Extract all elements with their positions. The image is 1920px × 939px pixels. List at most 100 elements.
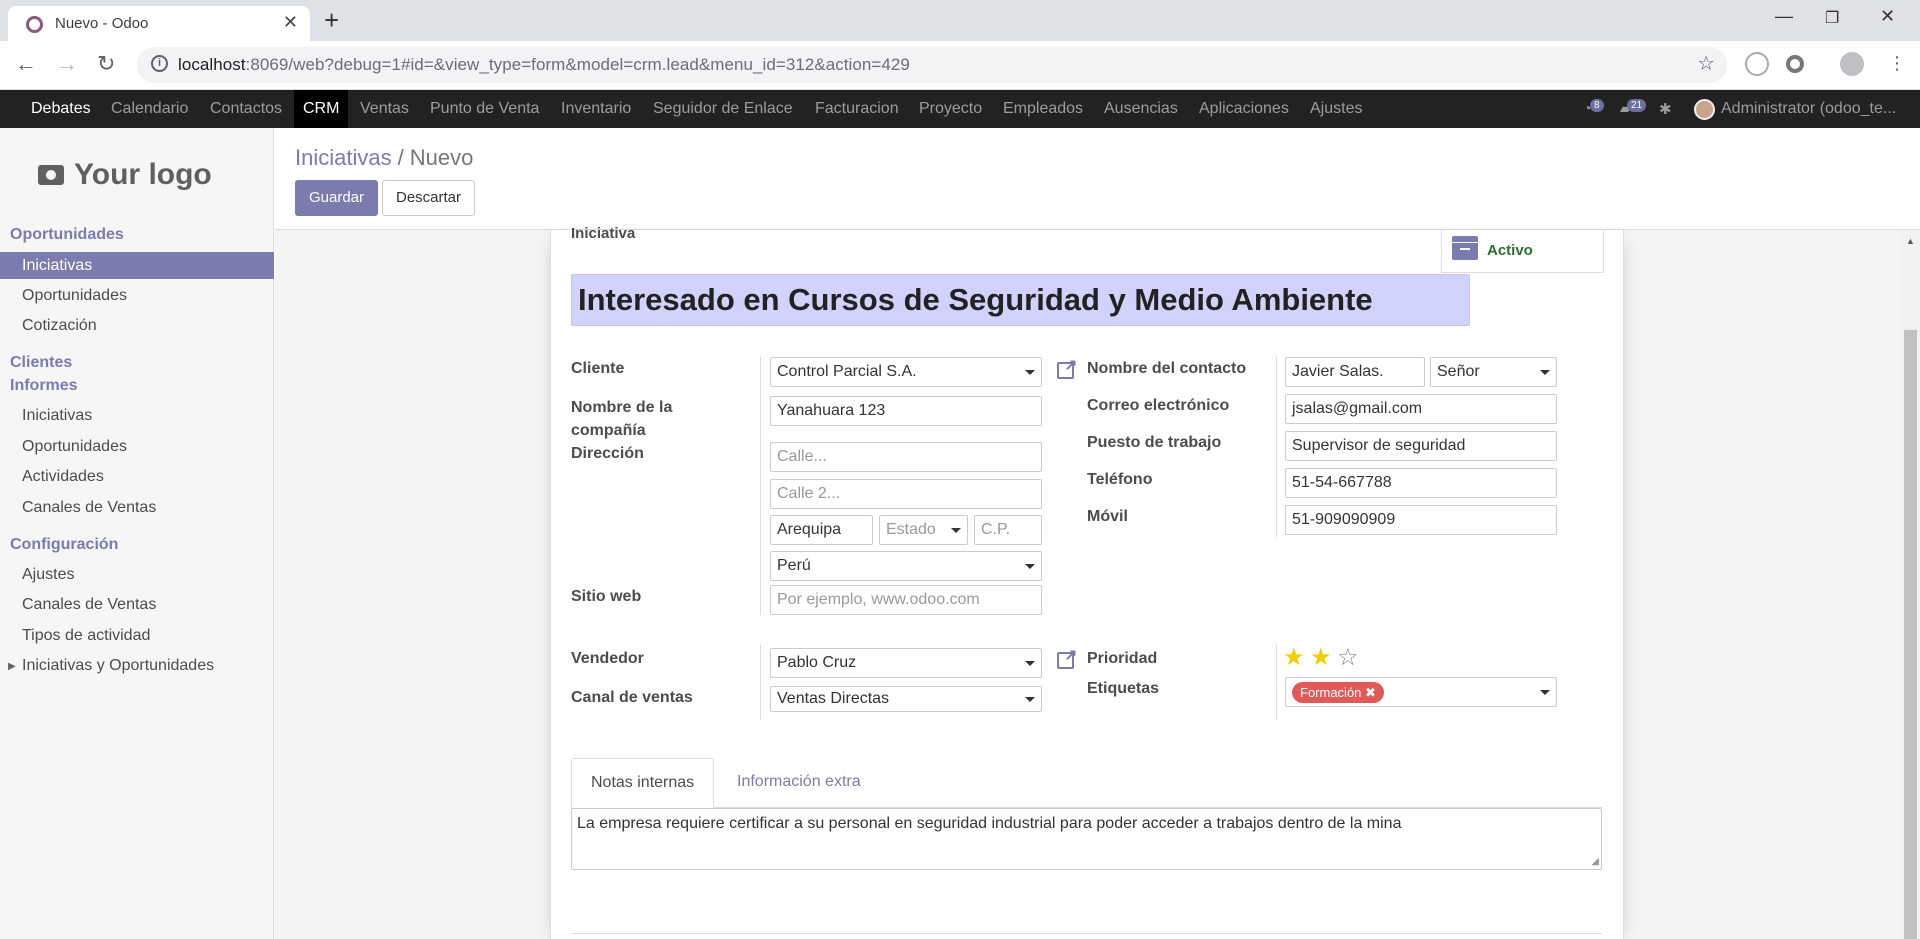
menu-inventario[interactable]: Inventario bbox=[561, 90, 631, 128]
priority-star-icon[interactable]: ★ bbox=[1283, 646, 1305, 670]
sales-channel-select[interactable]: Ventas Directas bbox=[770, 686, 1042, 712]
menu-ajustes[interactable]: Ajustes bbox=[1310, 90, 1362, 128]
contact-name-input[interactable]: Javier Salas. bbox=[1285, 357, 1425, 387]
extension-2-icon[interactable] bbox=[1786, 55, 1804, 73]
chevron-down-icon bbox=[1540, 370, 1550, 375]
zip-input[interactable]: C.P. bbox=[974, 515, 1042, 545]
lead-title-input[interactable]: Interesado en Cursos de Seguridad y Medi… bbox=[571, 274, 1470, 326]
browser-menu-icon[interactable]: ⋮ bbox=[1888, 53, 1906, 74]
chevron-down-icon bbox=[1025, 661, 1035, 666]
job-position-input[interactable]: Supervisor de seguridad bbox=[1285, 431, 1557, 461]
browser-tab[interactable]: Nuevo - Odoo ✕ bbox=[8, 6, 310, 41]
scrollbar[interactable]: ▲ bbox=[1901, 230, 1920, 939]
sidebar-item-actividades[interactable]: Actividades bbox=[22, 468, 104, 486]
menu-proyecto[interactable]: Proyecto bbox=[919, 90, 982, 128]
label-mobile: Móvil bbox=[1087, 508, 1128, 525]
profile-icon[interactable] bbox=[1840, 52, 1864, 76]
sidebar-section-informes[interactable]: Informes bbox=[10, 377, 78, 395]
sidebar-item-informes-oportunidades[interactable]: Oportunidades bbox=[22, 438, 127, 456]
notebook-tabs: Notas internas Información extra bbox=[571, 758, 1602, 808]
menu-debates[interactable]: Debates bbox=[31, 90, 91, 128]
menu-aplicaciones[interactable]: Aplicaciones bbox=[1199, 90, 1289, 128]
email-input[interactable]: jsalas@gmail.com bbox=[1285, 394, 1557, 424]
website-input[interactable]: Por ejemplo, www.odoo.com bbox=[770, 585, 1042, 615]
tab-informacion-extra[interactable]: Información extra bbox=[718, 758, 880, 808]
state-select[interactable]: Estado bbox=[879, 515, 968, 545]
contact-title-select[interactable]: Señor bbox=[1430, 357, 1557, 387]
sidebar-section-configuracion[interactable]: Configuración bbox=[10, 536, 118, 554]
save-button[interactable]: Guardar bbox=[295, 180, 378, 216]
sidebar-item-canales-de-ventas[interactable]: Canales de Ventas bbox=[22, 499, 156, 517]
extension-icon[interactable] bbox=[1745, 52, 1769, 76]
url-text: localhost:8069/web?debug=1#id=&view_type… bbox=[178, 55, 910, 74]
priority-star-icon[interactable]: ★ bbox=[1310, 646, 1332, 670]
user-avatar[interactable] bbox=[1694, 99, 1715, 120]
restore-icon[interactable]: ❐ bbox=[1825, 8, 1839, 28]
breadcrumb-iniciativas[interactable]: Iniciativas bbox=[295, 145, 392, 170]
close-window-icon[interactable]: ✕ bbox=[1880, 6, 1895, 27]
tag-badge[interactable]: Formación ✖ bbox=[1292, 682, 1384, 703]
sidebar-item-config-canales-de-ventas[interactable]: Canales de Ventas bbox=[22, 596, 156, 614]
sidebar-section-oportunidades[interactable]: Oportunidades bbox=[10, 226, 124, 244]
city-input[interactable]: Arequipa bbox=[770, 515, 873, 545]
chevron-down-icon bbox=[1025, 697, 1035, 702]
sidebar-item-ajustes[interactable]: Ajustes bbox=[22, 566, 74, 584]
mobile-input[interactable]: 51-909090909 bbox=[1285, 505, 1557, 535]
tab-notas-internas[interactable]: Notas internas bbox=[571, 758, 715, 808]
menu-punto-de-venta[interactable]: Punto de Venta bbox=[430, 90, 539, 128]
phone-input[interactable]: 51-54-667788 bbox=[1285, 468, 1557, 498]
minimize-icon[interactable]: — bbox=[1775, 6, 1793, 27]
forward-icon[interactable]: → bbox=[56, 51, 78, 77]
discard-button[interactable]: Descartar bbox=[382, 180, 475, 216]
priority-star-icon[interactable]: ☆ bbox=[1337, 646, 1359, 670]
menu-empleados[interactable]: Empleados bbox=[1003, 90, 1083, 128]
sidebar-item-iniciativas-y-oportunidades[interactable]: Iniciativas y Oportunidades bbox=[22, 657, 214, 675]
sidebar-item-oportunidades[interactable]: Oportunidades bbox=[22, 287, 127, 305]
salesperson-select[interactable]: Pablo Cruz bbox=[770, 648, 1042, 678]
debug-bug-icon[interactable]: ✱ bbox=[1659, 100, 1672, 118]
company-name-input[interactable]: Yanahuara 123 bbox=[770, 396, 1042, 426]
internal-notes-textarea[interactable]: La empresa requiere certificar a su pers… bbox=[571, 808, 1602, 870]
right-column-divider-2 bbox=[1276, 645, 1277, 720]
street2-input[interactable]: Calle 2... bbox=[770, 479, 1042, 509]
chevron-down-icon bbox=[1025, 370, 1035, 375]
user-menu[interactable]: Administrator (odoo_te... bbox=[1721, 90, 1896, 128]
chevron-down-icon bbox=[951, 528, 961, 533]
label-job: Puesto de trabajo bbox=[1087, 434, 1222, 451]
menu-seguidor-de-enlace[interactable]: Seguidor de Enlace bbox=[653, 90, 793, 128]
close-tab-icon[interactable]: ✕ bbox=[283, 12, 298, 33]
resize-handle-icon[interactable]: ◢ bbox=[1591, 856, 1599, 867]
sidebar-item-iniciativas[interactable]: Iniciativas bbox=[0, 252, 274, 279]
sidebar-item-informes-iniciativas[interactable]: Iniciativas bbox=[22, 407, 92, 425]
active-toggle-button[interactable]: Activo bbox=[1441, 230, 1604, 273]
activities-count-badge: 8 bbox=[1590, 99, 1604, 112]
street-input[interactable]: Calle... bbox=[770, 442, 1042, 472]
label-phone: Teléfono bbox=[1087, 471, 1153, 488]
chevron-down-icon bbox=[1025, 564, 1035, 569]
menu-ausencias[interactable]: Ausencias bbox=[1104, 90, 1178, 128]
sidebar-item-tipos-de-actividad[interactable]: Tipos de actividad bbox=[22, 627, 150, 645]
left-column-divider bbox=[760, 357, 761, 615]
label-contact-name: Nombre del contacto bbox=[1087, 360, 1247, 377]
menu-facturacion[interactable]: Facturacion bbox=[815, 90, 899, 128]
bookmark-star-icon[interactable]: ☆ bbox=[1697, 52, 1715, 76]
sidebar-section-clientes[interactable]: Clientes bbox=[10, 354, 72, 372]
scrollbar-thumb[interactable] bbox=[1904, 330, 1917, 939]
back-icon[interactable]: ← bbox=[15, 51, 37, 77]
menu-crm[interactable]: CRM bbox=[294, 90, 349, 128]
browser-toolbar: ← → ↻ i localhost:8069/web?debug=1#id=&v… bbox=[0, 41, 1920, 90]
menu-calendario[interactable]: Calendario bbox=[111, 90, 188, 128]
address-bar[interactable]: i localhost:8069/web?debug=1#id=&view_ty… bbox=[137, 47, 1727, 83]
sidebar-item-cotizacion[interactable]: Cotización bbox=[22, 317, 97, 335]
menu-ventas[interactable]: Ventas bbox=[360, 90, 409, 128]
scroll-up-icon[interactable]: ▲ bbox=[1906, 236, 1915, 246]
menu-contactos[interactable]: Contactos bbox=[210, 90, 282, 128]
reload-icon[interactable]: ↻ bbox=[97, 51, 115, 77]
label-sitio-web: Sitio web bbox=[571, 588, 642, 605]
new-tab-icon[interactable]: + bbox=[324, 5, 339, 36]
remove-tag-icon[interactable]: ✖ bbox=[1365, 685, 1376, 700]
expand-caret-icon[interactable]: ▶ bbox=[8, 661, 16, 672]
site-info-icon[interactable]: i bbox=[151, 55, 168, 72]
country-select[interactable]: Perú bbox=[770, 551, 1042, 581]
cliente-select[interactable]: Control Parcial S.A. bbox=[770, 357, 1042, 387]
